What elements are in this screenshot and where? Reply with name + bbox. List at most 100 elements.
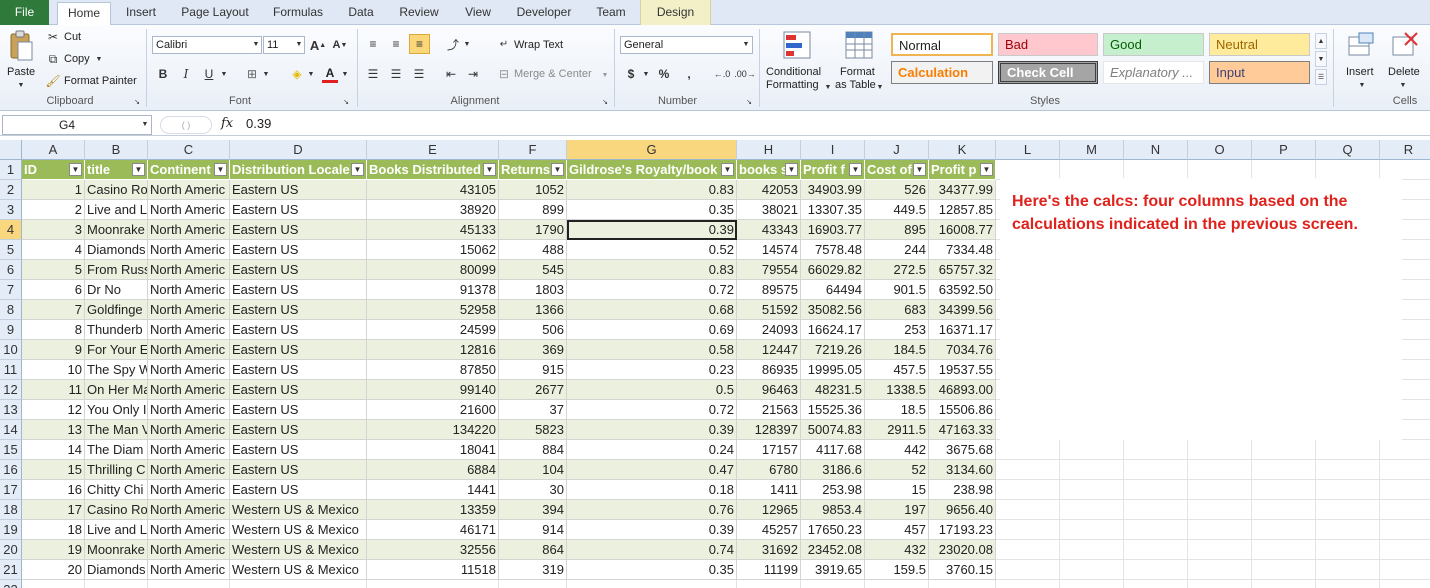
row-header[interactable]: 19 — [0, 520, 22, 540]
row-header[interactable]: 12 — [0, 380, 22, 400]
table-cell[interactable]: 15525.36 — [801, 400, 865, 420]
table-cell[interactable]: 20 — [22, 560, 85, 580]
font-color-dropdown-icon[interactable]: ▼ — [341, 70, 349, 78]
table-cell[interactable]: 0.23 — [567, 360, 737, 380]
table-cell[interactable]: 86935 — [737, 360, 801, 380]
conditional-formatting-button[interactable]: Conditional — [766, 66, 821, 78]
table-cell[interactable]: Moonrake — [85, 220, 148, 240]
row-header[interactable]: 18 — [0, 500, 22, 520]
empty-cell[interactable] — [1060, 440, 1124, 460]
table-cell[interactable]: 17157 — [737, 440, 801, 460]
format-painter-icon[interactable]: 🖌 — [45, 74, 60, 88]
table-cell[interactable]: 449.5 — [865, 200, 929, 220]
table-cell[interactable]: 17650.23 — [801, 520, 865, 540]
table-cell[interactable]: Thunderb — [85, 320, 148, 340]
column-header-e[interactable]: E — [367, 140, 499, 160]
table-cell[interactable]: 45257 — [737, 520, 801, 540]
table-cell[interactable]: North Americ — [148, 200, 230, 220]
table-cell[interactable]: 4117.68 — [801, 440, 865, 460]
filter-dropdown-icon[interactable]: ▼ — [785, 163, 798, 176]
table-cell[interactable]: Western US & Mexico — [230, 540, 367, 560]
table-cell[interactable]: 9853.4 — [801, 500, 865, 520]
table-cell[interactable]: 134220 — [367, 420, 499, 440]
table-cell[interactable]: 37 — [499, 400, 567, 420]
empty-cell[interactable] — [1188, 520, 1252, 540]
table-cell[interactable]: Eastern US — [230, 320, 367, 340]
table-cell[interactable]: North Americ — [148, 480, 230, 500]
table-cell[interactable]: 884 — [499, 440, 567, 460]
table-cell[interactable]: North Americ — [148, 280, 230, 300]
empty-cell[interactable] — [1316, 540, 1380, 560]
empty-cell[interactable] — [1188, 160, 1252, 180]
empty-cell[interactable] — [1252, 580, 1316, 588]
copy-dropdown-icon[interactable]: ▼ — [95, 55, 103, 63]
table-cell[interactable]: 3186.6 — [801, 460, 865, 480]
table-cell[interactable]: 545 — [499, 260, 567, 280]
table-header-cell[interactable]: Distribution Locale ▼ — [230, 160, 367, 180]
empty-cell[interactable] — [1380, 520, 1430, 540]
empty-cell[interactable] — [996, 500, 1060, 520]
orientation-dropdown-icon[interactable]: ▼ — [463, 40, 471, 48]
table-cell[interactable]: For Your E — [85, 340, 148, 360]
table-cell[interactable]: 0.69 — [567, 320, 737, 340]
filter-dropdown-icon[interactable]: ▼ — [980, 163, 993, 176]
copy-icon[interactable]: ⧉ — [46, 52, 60, 66]
italic-button[interactable]: I — [178, 66, 194, 82]
clipboard-launcher-icon[interactable]: ↘ — [133, 98, 141, 106]
table-cell[interactable]: 16008.77 — [929, 220, 996, 240]
delete-cells-dropdown-icon[interactable]: ▼ — [1399, 81, 1407, 89]
empty-cell[interactable] — [1252, 480, 1316, 500]
table-cell[interactable]: 17193.23 — [929, 520, 996, 540]
table-cell[interactable]: 0.68 — [567, 300, 737, 320]
table-cell[interactable]: 184.5 — [865, 340, 929, 360]
table-cell[interactable]: 12857.85 — [929, 200, 996, 220]
table-cell[interactable]: 91378 — [367, 280, 499, 300]
table-cell[interactable]: 864 — [499, 540, 567, 560]
style-calculation[interactable]: Calculation — [891, 61, 993, 84]
name-box[interactable]: G4 — [2, 115, 152, 135]
table-cell[interactable]: Casino Ro — [85, 500, 148, 520]
empty-cell[interactable] — [230, 580, 367, 588]
row-header[interactable]: 6 — [0, 260, 22, 280]
table-cell[interactable]: Eastern US — [230, 200, 367, 220]
formula-input[interactable]: 0.39 — [246, 116, 271, 131]
table-cell[interactable]: From Russ — [85, 260, 148, 280]
column-header-m[interactable]: M — [1060, 140, 1124, 160]
empty-cell[interactable] — [1124, 160, 1188, 180]
table-cell[interactable]: 16 — [22, 480, 85, 500]
empty-cell[interactable] — [929, 580, 996, 588]
table-cell[interactable]: 0.83 — [567, 180, 737, 200]
empty-cell[interactable] — [1380, 500, 1430, 520]
empty-cell[interactable] — [1060, 540, 1124, 560]
filter-dropdown-icon[interactable]: ▼ — [721, 163, 734, 176]
table-cell[interactable]: North Americ — [148, 320, 230, 340]
empty-cell[interactable] — [85, 580, 148, 588]
conditional-formatting-button-line2[interactable]: Formatting — [766, 79, 819, 91]
table-cell[interactable]: 34377.99 — [929, 180, 996, 200]
filter-dropdown-icon[interactable]: ▼ — [214, 163, 227, 176]
column-header-n[interactable]: N — [1124, 140, 1188, 160]
table-cell[interactable]: Eastern US — [230, 340, 367, 360]
empty-cell[interactable] — [1188, 480, 1252, 500]
number-launcher-icon[interactable]: ↘ — [745, 98, 753, 106]
table-cell[interactable]: Diamonds — [85, 240, 148, 260]
table-cell[interactable]: You Only I — [85, 400, 148, 420]
cut-icon[interactable]: ✂ — [46, 30, 60, 44]
empty-cell[interactable] — [1380, 460, 1430, 480]
delete-cells-button[interactable]: Delete — [1388, 66, 1420, 78]
table-cell[interactable]: North Americ — [148, 220, 230, 240]
table-cell[interactable]: 46171 — [367, 520, 499, 540]
table-cell[interactable]: 18.5 — [865, 400, 929, 420]
table-cell[interactable]: Eastern US — [230, 360, 367, 380]
table-cell[interactable]: 19995.05 — [801, 360, 865, 380]
table-cell[interactable]: North Americ — [148, 340, 230, 360]
table-cell[interactable]: 11 — [22, 380, 85, 400]
table-cell[interactable]: 16624.17 — [801, 320, 865, 340]
table-cell[interactable]: 0.5 — [567, 380, 737, 400]
row-header[interactable]: 7 — [0, 280, 22, 300]
table-cell[interactable]: 442 — [865, 440, 929, 460]
table-header-cell[interactable]: ID ▼ — [22, 160, 85, 180]
table-cell[interactable]: 1338.5 — [865, 380, 929, 400]
table-cell[interactable]: North Americ — [148, 440, 230, 460]
table-cell[interactable]: 5 — [22, 260, 85, 280]
